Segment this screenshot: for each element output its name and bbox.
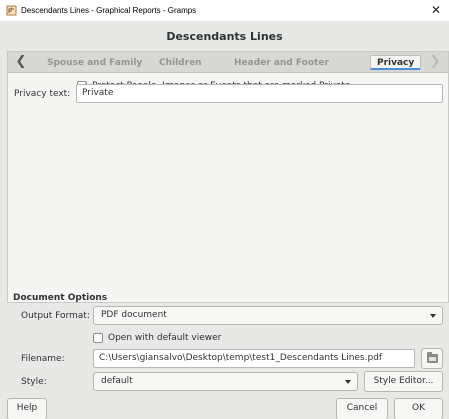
privacy-text-input[interactable]: Private — [76, 84, 443, 103]
output-format-value: PDF document — [101, 310, 167, 320]
tab-spouse-and-family[interactable]: Spouse and Family — [47, 56, 142, 70]
dialog-header: Descendants Lines — [166, 30, 283, 43]
window-close-button[interactable]: ✕ — [427, 2, 445, 19]
privacy-page: Protect People, Images or Events that ar… — [8, 73, 448, 302]
tab-header-and-footer[interactable]: Header and Footer — [234, 56, 329, 70]
open-viewer-label: Open with default viewer — [108, 333, 222, 343]
filename-label: Filename: — [21, 354, 65, 364]
tab-privacy[interactable]: Privacy — [370, 55, 422, 70]
tab-bar: ❮ Spouse and Family Children Header and … — [8, 52, 448, 73]
folder-icon — [427, 352, 438, 363]
filename-input[interactable]: C:\Users\giansalvo\Desktop\temp\test1_De… — [93, 349, 415, 368]
tab-children[interactable]: Children — [159, 56, 202, 70]
open-viewer-checkbox-row[interactable]: Open with default viewer — [93, 332, 221, 344]
dropdown-arrow-icon — [430, 314, 436, 318]
help-button[interactable]: Help — [7, 398, 47, 419]
style-value: default — [101, 376, 133, 386]
chevron-right-icon: ❯ — [429, 54, 441, 69]
output-format-select[interactable]: PDF document — [93, 306, 443, 325]
window-titlebar: Descendants Lines - Graphical Reports - … — [0, 0, 449, 22]
close-icon: ✕ — [430, 3, 442, 17]
open-viewer-checkbox[interactable] — [93, 333, 103, 343]
report-dialog: Descendants Lines ❮ Spouse and Family Ch… — [0, 22, 449, 419]
tab-scroll-right-button[interactable]: ❯ — [425, 52, 445, 72]
chevron-left-icon: ❮ — [15, 54, 27, 69]
style-select[interactable]: default — [93, 372, 358, 391]
cancel-button[interactable]: Cancel — [336, 398, 388, 419]
gramps-tree-icon — [6, 5, 17, 16]
browse-folder-button[interactable] — [421, 348, 443, 369]
tab-scroll-left-button[interactable]: ❮ — [11, 52, 31, 72]
privacy-text-label: Privacy text: — [14, 89, 71, 99]
style-editor-button[interactable]: Style Editor... — [364, 371, 443, 392]
output-format-label: Output Format: — [21, 311, 90, 321]
document-options-title: Document Options — [13, 293, 108, 303]
options-notebook: ❮ Spouse and Family Children Header and … — [7, 51, 449, 303]
ok-button[interactable]: OK — [394, 398, 443, 419]
dropdown-arrow-icon — [345, 380, 351, 384]
style-label: Style: — [21, 377, 47, 387]
window-title: Descendants Lines - Graphical Reports - … — [21, 6, 197, 15]
